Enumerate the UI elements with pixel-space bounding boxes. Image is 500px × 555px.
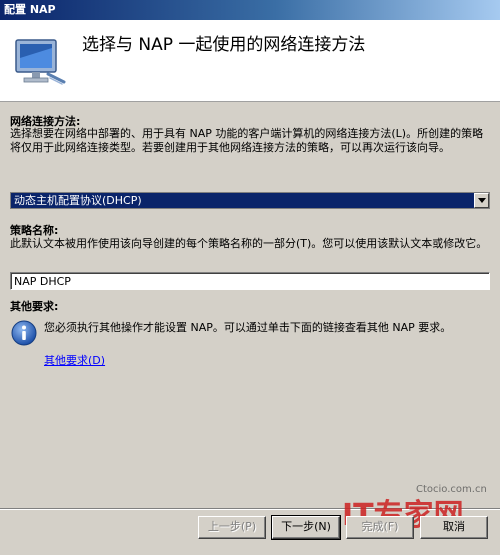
dropdown-selected-value: 动态主机配置协议(DHCP) bbox=[14, 194, 142, 207]
button-separator bbox=[0, 508, 500, 510]
watermark-site: Ctocio.com.cn bbox=[416, 484, 487, 495]
policy-name-value: NAP DHCP bbox=[14, 275, 71, 288]
other-requirements-label: 其他要求: bbox=[10, 300, 59, 313]
other-requirements-message: 您必须执行其他操作才能设置 NAP。可以通过单击下面的链接查看其他 NAP 要求… bbox=[44, 321, 452, 334]
previous-button[interactable]: 上一步(P) bbox=[198, 516, 266, 539]
monitor-network-icon bbox=[15, 39, 66, 85]
page-title: 选择与 NAP 一起使用的网络连接方法 bbox=[82, 35, 366, 55]
window-title-bar: 配置 NAP bbox=[0, 0, 500, 20]
wizard-header: 选择与 NAP 一起使用的网络连接方法 bbox=[0, 20, 500, 102]
connection-method-description: 选择想要在网络中部署的、用于具有 NAP 功能的客户端计算机的网络连接方法(L)… bbox=[10, 127, 484, 154]
info-icon bbox=[11, 320, 37, 346]
other-requirements-link[interactable]: 其他要求(D) bbox=[44, 352, 105, 368]
policy-name-description: 此默认文本被用作使用该向导创建的每个策略名称的一部分(T)。您可以使用该默认文本… bbox=[10, 237, 488, 250]
finish-button[interactable]: 完成(F) bbox=[346, 516, 414, 539]
connection-method-dropdown[interactable]: 动态主机配置协议(DHCP) bbox=[10, 192, 490, 209]
next-button[interactable]: 下一步(N) bbox=[271, 515, 341, 540]
dropdown-arrow-icon bbox=[478, 198, 486, 203]
cancel-button[interactable]: 取消 bbox=[420, 516, 488, 539]
policy-name-input[interactable]: NAP DHCP bbox=[10, 272, 490, 290]
window-title: 配置 NAP bbox=[4, 3, 56, 16]
policy-name-label: 策略名称: bbox=[10, 224, 59, 237]
dropdown-button[interactable] bbox=[474, 193, 489, 208]
